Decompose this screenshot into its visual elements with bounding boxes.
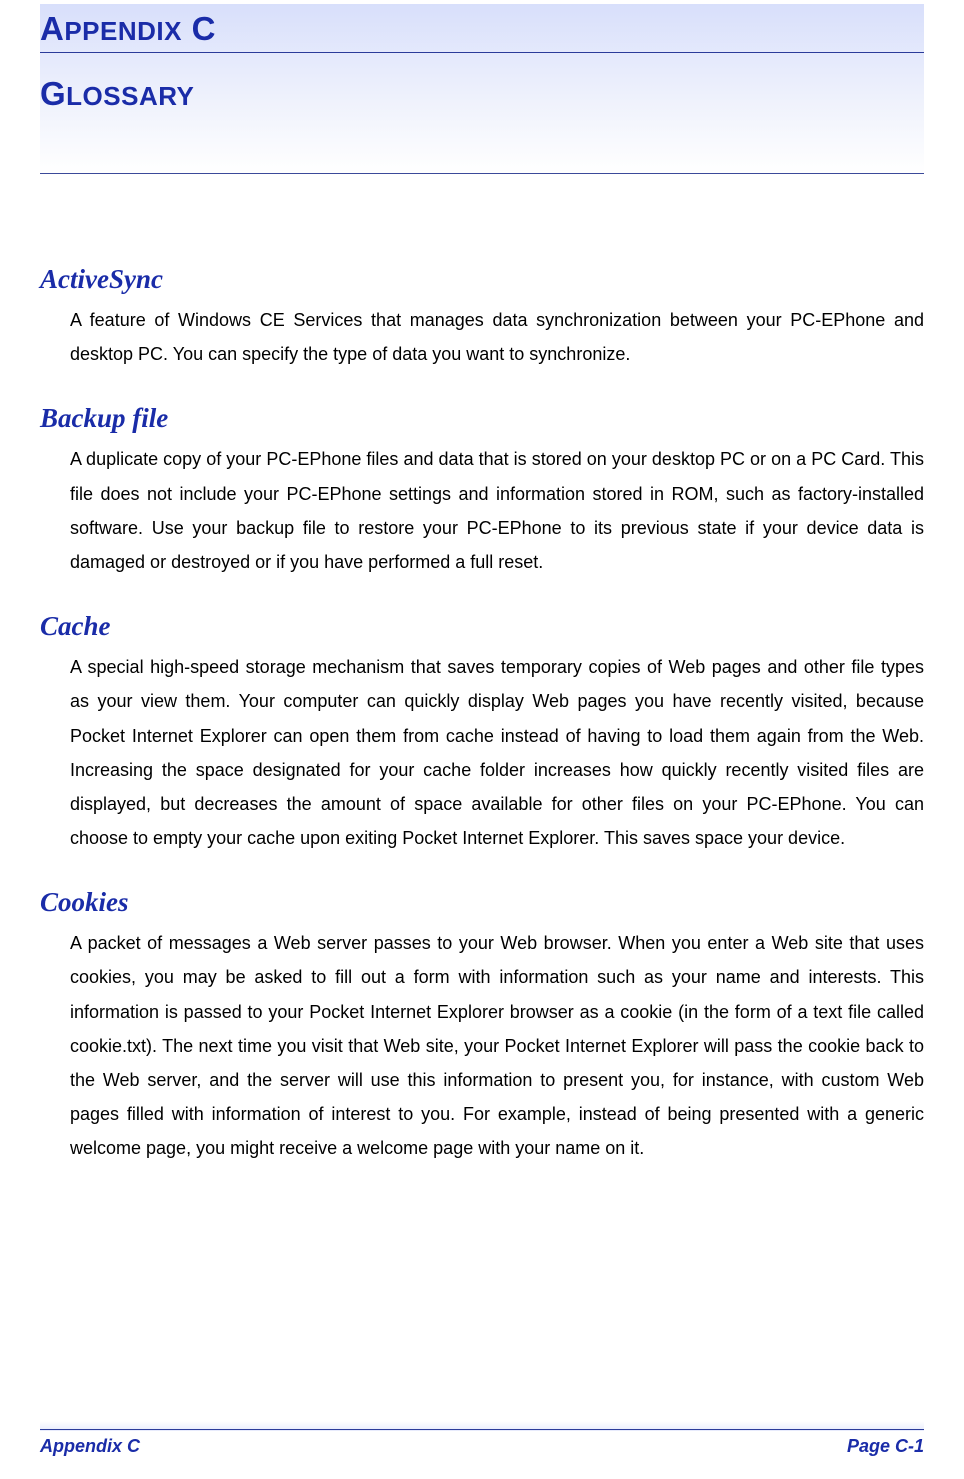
footer-right: Page C-1 xyxy=(847,1436,924,1457)
content-area: ActiveSync A feature of Windows CE Servi… xyxy=(40,264,924,1166)
title-prefix-caps: A xyxy=(40,10,64,47)
def-cache: A special high-speed storage mechanism t… xyxy=(40,650,924,855)
footer: Appendix C Page C-1 xyxy=(40,1429,924,1457)
def-cookies: A packet of messages a Web server passes… xyxy=(40,926,924,1165)
subtitle-caps: G xyxy=(40,75,66,112)
footer-left: Appendix C xyxy=(40,1436,140,1457)
title-rule-1 xyxy=(40,52,924,53)
term-activesync: ActiveSync xyxy=(40,264,924,295)
term-cookies: Cookies xyxy=(40,887,924,918)
title-block: APPENDIX C GLOSSARY xyxy=(40,4,924,174)
title-suffix-caps: C xyxy=(182,10,216,47)
def-activesync: A feature of Windows CE Services that ma… xyxy=(40,303,924,371)
term-backup-file: Backup file xyxy=(40,403,924,434)
term-cache: Cache xyxy=(40,611,924,642)
appendix-title: APPENDIX C xyxy=(40,10,924,48)
subtitle-rest: LOSSARY xyxy=(66,81,194,111)
glossary-title: GLOSSARY xyxy=(40,75,924,113)
title-prefix-rest: PPENDIX xyxy=(64,16,182,46)
def-backup-file: A duplicate copy of your PC-EPhone files… xyxy=(40,442,924,579)
